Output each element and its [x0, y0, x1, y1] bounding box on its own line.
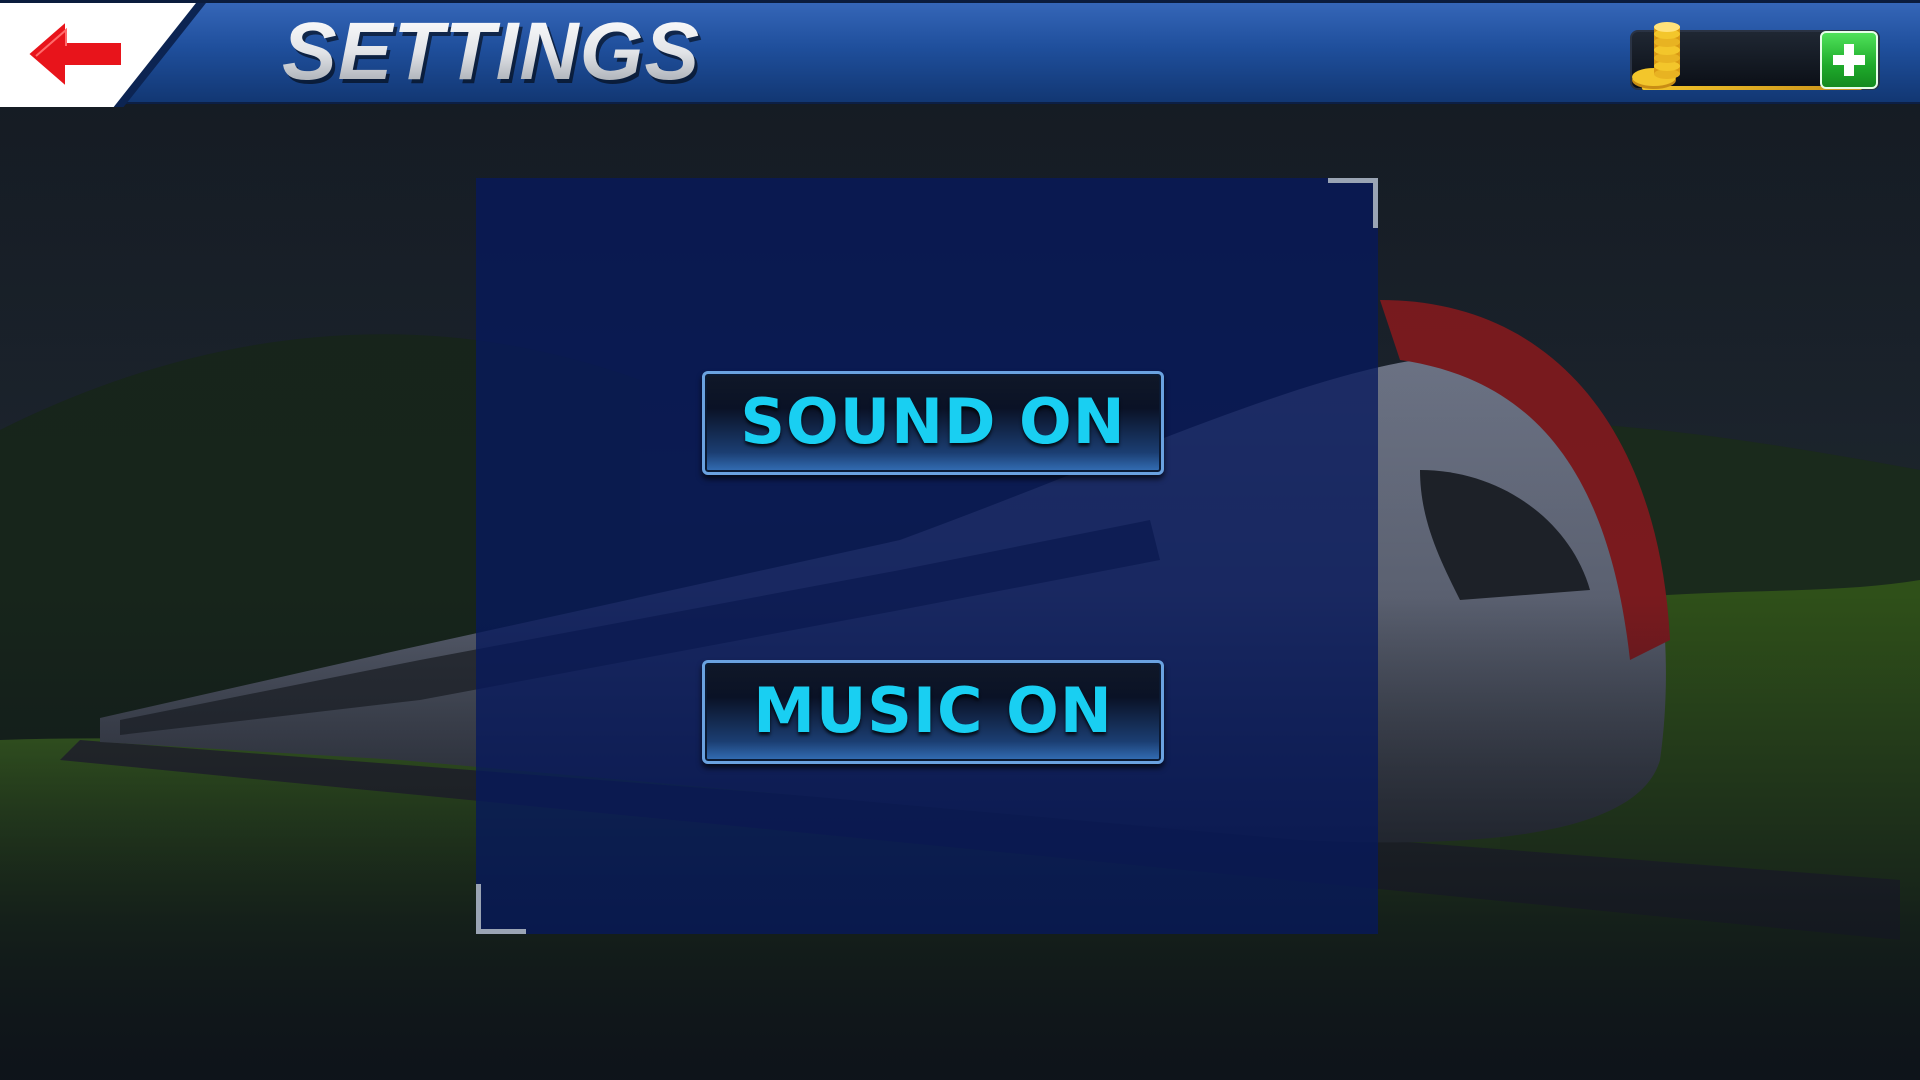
- panel-corner-bottom-left: [476, 884, 526, 934]
- music-toggle-label: MUSIC ON: [753, 674, 1113, 747]
- settings-panel: [476, 178, 1378, 934]
- panel-corner-top-right: [1328, 178, 1378, 228]
- settings-screen: SETTINGS SOUND ON MUSIC ON: [0, 0, 1920, 1080]
- page-title: SETTINGS: [282, 6, 701, 97]
- coin-count-value: [1694, 42, 1804, 78]
- music-toggle-button[interactable]: MUSIC ON: [702, 660, 1164, 764]
- sound-toggle-label: SOUND ON: [740, 385, 1126, 458]
- left-arrow-icon: [26, 18, 123, 90]
- coin-stack-icon: [1632, 22, 1680, 89]
- back-button[interactable]: [0, 3, 196, 107]
- plus-icon: [1833, 44, 1865, 76]
- add-coins-button[interactable]: [1820, 31, 1878, 89]
- sound-toggle-button[interactable]: SOUND ON: [702, 371, 1164, 475]
